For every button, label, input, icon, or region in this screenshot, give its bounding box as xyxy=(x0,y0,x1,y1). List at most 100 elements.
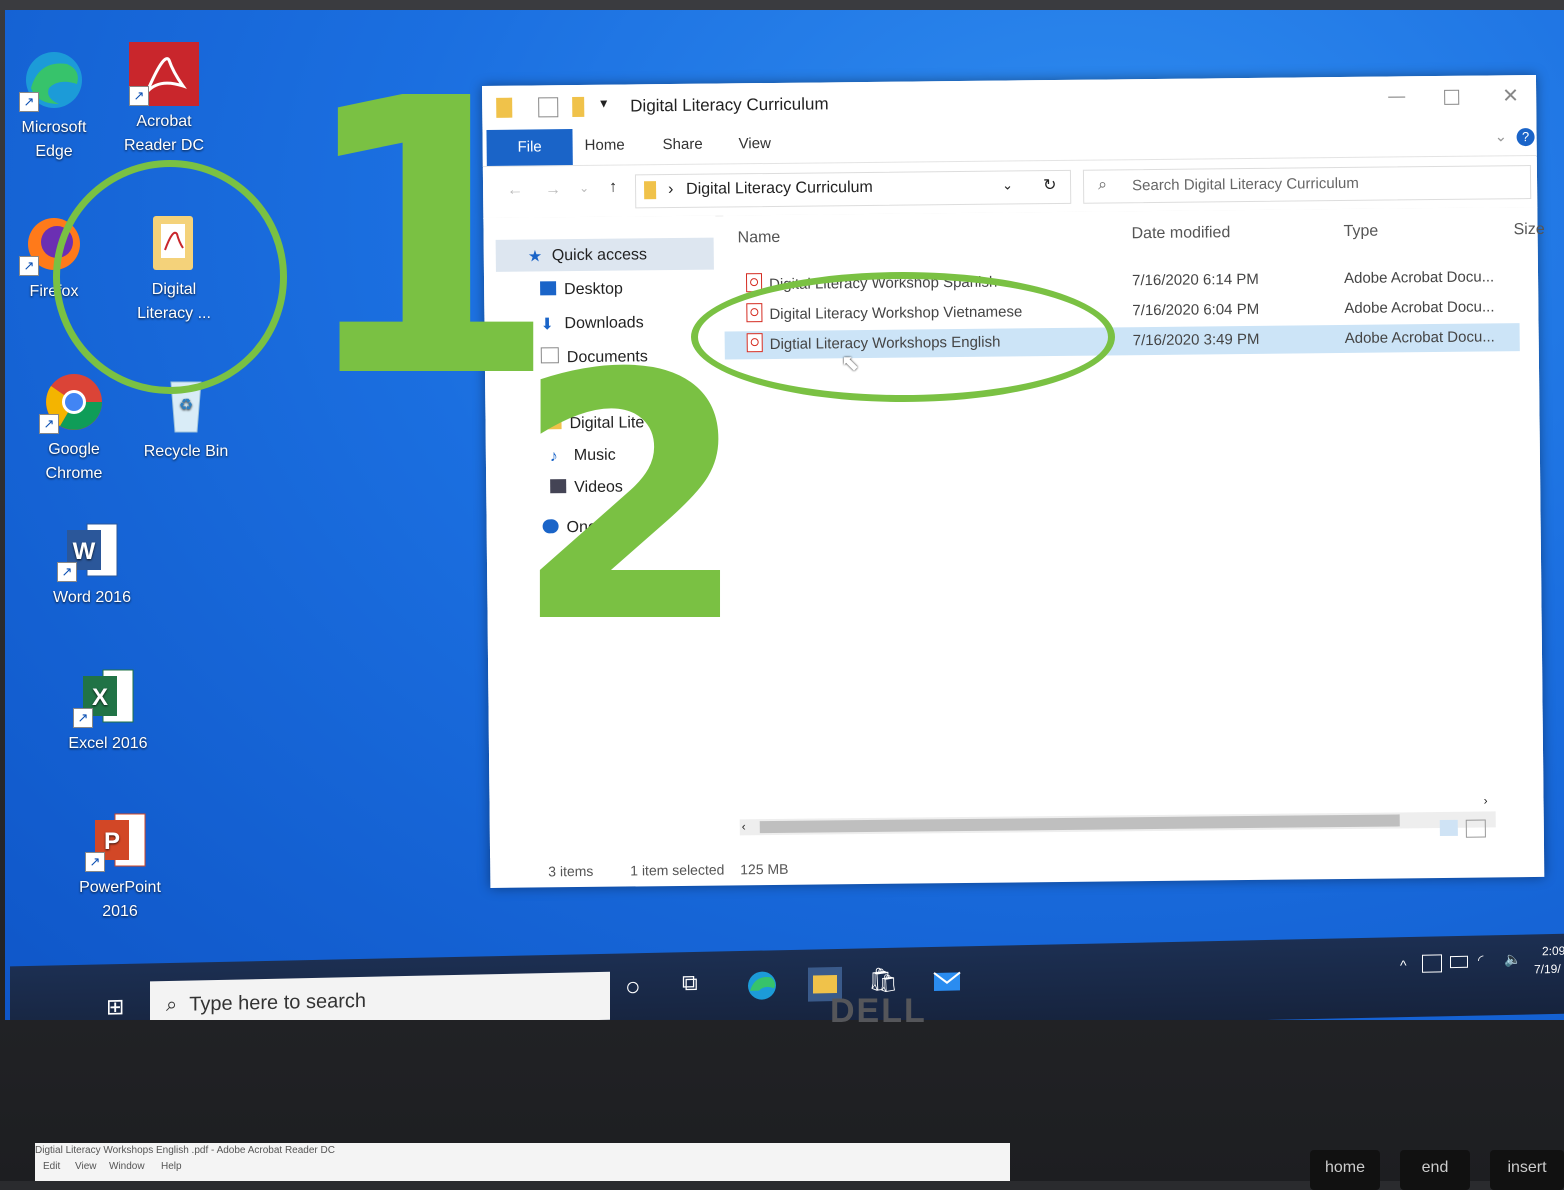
folder-icon xyxy=(644,181,657,200)
shortcut-arrow-icon: ↗ xyxy=(85,852,105,872)
word-icon: W ↗ xyxy=(57,518,127,582)
column-header-type[interactable]: Type xyxy=(1343,223,1378,241)
scrollbar-thumb[interactable] xyxy=(759,814,1400,834)
end-key: end xyxy=(1400,1150,1470,1190)
windows-start-icon[interactable]: ⊞ xyxy=(106,994,124,1020)
tray-app-icon[interactable] xyxy=(1422,954,1442,973)
search-icon: ⌕ xyxy=(1097,176,1108,194)
shortcut-arrow-icon: ↗ xyxy=(19,92,39,112)
scroll-right-arrow-icon[interactable]: › xyxy=(1483,794,1487,808)
shortcut-arrow-icon: ↗ xyxy=(39,414,59,434)
status-selected-size: 125 MB xyxy=(740,860,789,878)
status-item-count: 3 items xyxy=(548,862,594,880)
close-button[interactable]: ✕ xyxy=(1502,83,1519,108)
desktop-icon-label: Word 2016 xyxy=(53,589,131,606)
volume-icon[interactable]: 🔈 xyxy=(1504,951,1521,968)
battery-icon[interactable] xyxy=(1450,955,1468,969)
chrome-icon: ↗ xyxy=(39,370,109,434)
acrobat-window-strip: Digtial Literacy Workshops English .pdf … xyxy=(35,1143,1010,1181)
file-type: Adobe Acrobat Docu... xyxy=(1343,268,1495,287)
highlight-circle-step-1 xyxy=(53,160,287,394)
breadcrumb[interactable]: Digital Literacy Curriculum xyxy=(686,179,873,199)
taskbar: ⊞ ⌕ Type here to search ○ ⧉ 🛍 ^ ◜ 🔈 2:09 … xyxy=(10,933,1564,1020)
powerpoint-icon: P ↗ xyxy=(85,808,155,872)
tab-home[interactable]: Home xyxy=(585,137,625,154)
svg-text:P: P xyxy=(104,828,120,855)
horizontal-scrollbar[interactable] xyxy=(739,811,1496,836)
step-number-2: 2 xyxy=(513,302,750,698)
details-view-icon[interactable] xyxy=(1439,819,1458,837)
acrobat-window-title: Digtial Literacy Workshops English .pdf … xyxy=(35,1145,335,1156)
desktop-icon-chrome[interactable]: ↗ Google Chrome xyxy=(19,370,129,486)
nav-label: Desktop xyxy=(564,280,623,299)
excel-icon: X ↗ xyxy=(73,664,143,728)
svg-text:X: X xyxy=(92,684,108,711)
clock-time[interactable]: 2:09 xyxy=(1542,944,1564,958)
menu-view[interactable]: View xyxy=(75,1161,97,1172)
dell-logo: DELL xyxy=(830,992,927,1030)
nav-label: Quick access xyxy=(551,246,648,265)
shortcut-arrow-icon: ↗ xyxy=(129,86,149,106)
shortcut-arrow-icon: ↗ xyxy=(57,562,77,582)
shortcut-arrow-icon: ↗ xyxy=(19,256,39,276)
desktop-icon-acrobat[interactable]: ↗ Acrobat Reader DC xyxy=(109,42,219,158)
desktop-icon-label: Google Chrome xyxy=(45,441,103,482)
home-key: home xyxy=(1310,1150,1380,1190)
edge-icon: ↗ xyxy=(19,48,89,112)
quick-access-toolbar-dropdown-icon[interactable]: ▾ xyxy=(600,95,607,112)
desktop-icon-word[interactable]: W ↗ Word 2016 xyxy=(37,518,147,610)
up-arrow-icon[interactable]: ↑ xyxy=(609,179,617,197)
cortana-icon[interactable]: ○ xyxy=(625,971,659,1006)
edge-taskbar-icon[interactable] xyxy=(745,968,779,1003)
desktop-icon-label: Excel 2016 xyxy=(68,735,148,752)
menu-help[interactable]: Help xyxy=(161,1161,182,1172)
task-view-icon[interactable]: ⧉ xyxy=(682,970,716,1005)
menu-window[interactable]: Window xyxy=(109,1161,145,1172)
maximize-button[interactable] xyxy=(1444,89,1460,105)
window-title: Digital Literacy Curriculum xyxy=(630,94,829,116)
acrobat-icon: ↗ xyxy=(129,42,199,106)
tab-share[interactable]: Share xyxy=(663,136,703,153)
desktop-icon-powerpoint[interactable]: P ↗ PowerPoint 2016 xyxy=(65,808,175,924)
desktop-icon-edge[interactable]: ↗ Microsoft Edge xyxy=(5,48,109,164)
column-header-name[interactable]: Name xyxy=(738,229,781,247)
new-folder-icon[interactable] xyxy=(572,96,585,118)
status-selected-count: 1 item selected xyxy=(630,861,725,879)
desktop-icon-excel[interactable]: X ↗ Excel 2016 xyxy=(53,664,163,756)
desktop: ↗ Microsoft Edge ↗ Acrobat Reader DC ↗ F… xyxy=(5,10,1564,1020)
file-type: Adobe Acrobat Docu... xyxy=(1344,328,1495,347)
ribbon-expand-chevron-icon[interactable]: ⌄ xyxy=(1494,127,1507,145)
file-date: 7/16/2020 6:14 PM xyxy=(1131,270,1259,290)
search-placeholder: Search Digital Literacy Curriculum xyxy=(1131,174,1359,195)
taskbar-search[interactable]: ⌕ Type here to search xyxy=(150,971,610,1020)
recent-locations-icon[interactable]: ⌄ xyxy=(579,181,589,195)
mail-icon[interactable] xyxy=(930,964,964,999)
column-header-date-modified[interactable]: Date modified xyxy=(1131,224,1230,243)
search-placeholder: Type here to search xyxy=(189,989,366,1016)
address-dropdown-icon[interactable]: ⌄ xyxy=(1002,177,1013,193)
help-icon[interactable]: ? xyxy=(1516,127,1535,147)
search-icon: ⌕ xyxy=(166,993,178,1017)
scroll-left-arrow-icon[interactable]: ‹ xyxy=(742,819,746,833)
clock-date[interactable]: 7/19/ xyxy=(1534,962,1561,977)
address-bar[interactable]: › Digital Literacy Curriculum ⌄ xyxy=(634,169,1072,209)
tray-chevron-icon[interactable]: ^ xyxy=(1400,957,1407,973)
column-header-size[interactable]: Size xyxy=(1513,221,1544,239)
desktop-icon-label: PowerPoint 2016 xyxy=(79,879,161,920)
desktop-icon-label: Recycle Bin xyxy=(143,443,229,460)
search-box[interactable]: ⌕ Search Digital Literacy Curriculum xyxy=(1082,165,1532,204)
wifi-icon[interactable]: ◜ xyxy=(1478,951,1483,968)
desktop-icon-label: Acrobat Reader DC xyxy=(123,113,205,154)
insert-key: insert xyxy=(1490,1150,1564,1190)
svg-text:♻: ♻ xyxy=(179,397,193,414)
menu-edit[interactable]: Edit xyxy=(43,1161,60,1172)
shortcut-arrow-icon: ↗ xyxy=(73,708,93,728)
breadcrumb-separator-icon: › xyxy=(668,181,674,199)
highlight-oval-step-2 xyxy=(691,272,1115,402)
tab-view[interactable]: View xyxy=(739,135,771,152)
file-date: 7/16/2020 3:49 PM xyxy=(1132,330,1260,350)
large-icons-view-icon[interactable] xyxy=(1465,819,1486,838)
refresh-icon[interactable]: ↻ xyxy=(1043,175,1057,195)
minimize-button[interactable]: — xyxy=(1388,86,1405,106)
desktop-icon-label: Microsoft Edge xyxy=(21,119,87,160)
